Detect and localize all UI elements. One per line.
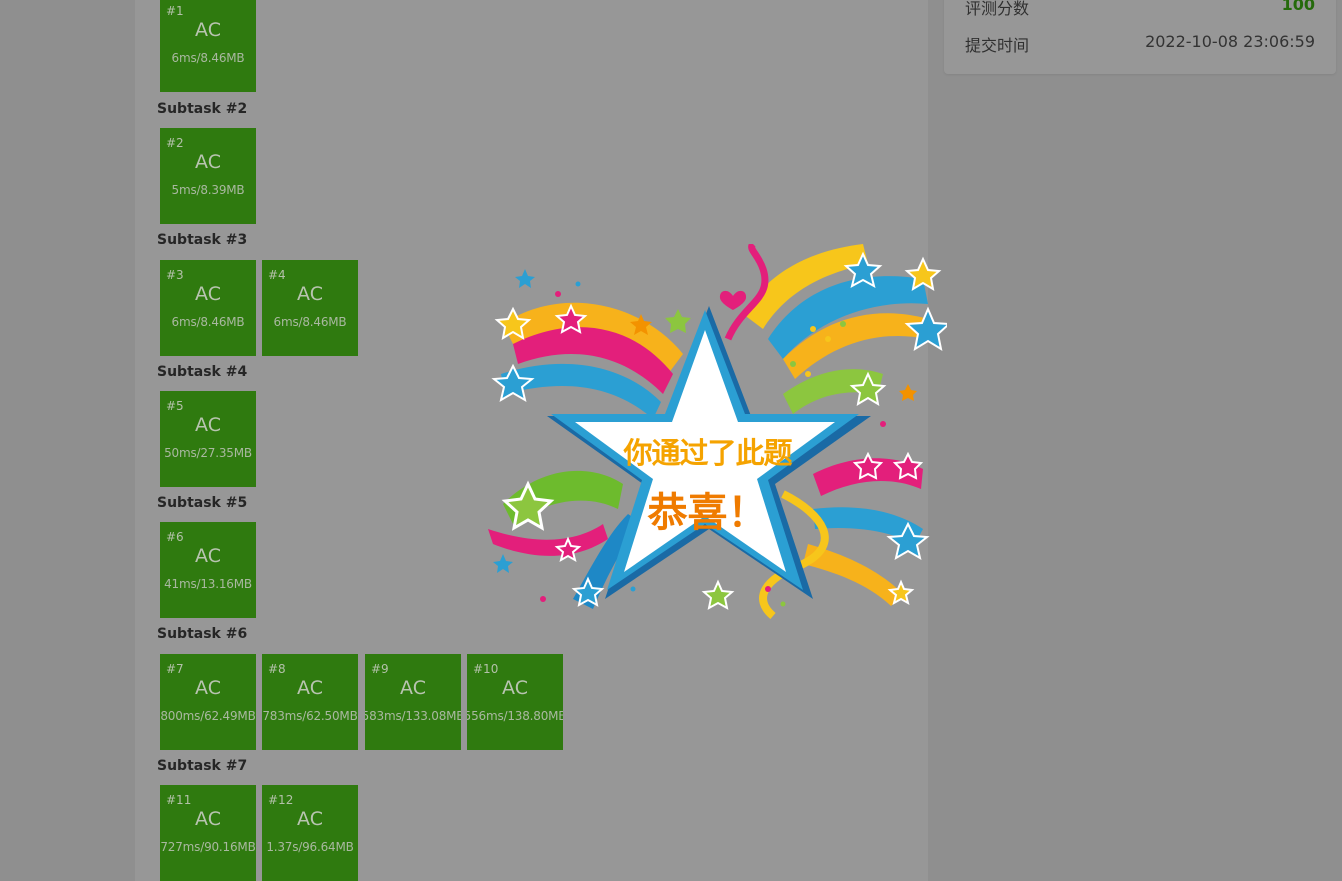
test-case-status: AC bbox=[502, 677, 528, 699]
heart-shape bbox=[719, 290, 747, 310]
test-case-status: AC bbox=[195, 808, 221, 830]
test-case-4[interactable]: #4 AC 6ms/8.46MB bbox=[262, 260, 358, 356]
submit-time-label: 提交时间 bbox=[965, 36, 1030, 55]
test-case-id: #1 bbox=[166, 4, 184, 18]
test-case-id: #11 bbox=[166, 793, 192, 807]
congrats-subtitle: 你通过了此题 bbox=[623, 436, 792, 470]
submit-time-value: 2022-10-08 23:06:59 bbox=[1145, 32, 1315, 51]
test-case-status: AC bbox=[297, 677, 323, 699]
test-case-id: #7 bbox=[166, 662, 184, 676]
subtask-title: Subtask #7 bbox=[157, 758, 248, 774]
test-case-usage: 1.37s/96.64MB bbox=[266, 840, 354, 854]
test-case-3[interactable]: #3 AC 6ms/8.46MB bbox=[160, 260, 256, 356]
test-case-7[interactable]: #7 AC 800ms/62.49MB bbox=[160, 654, 256, 750]
test-case-usage: 41ms/13.16MB bbox=[164, 577, 252, 591]
test-case-status: AC bbox=[195, 19, 221, 41]
subtask-title: Subtask #4 bbox=[157, 364, 248, 380]
score-row: 评测分数 100 bbox=[965, 0, 1315, 19]
test-case-2[interactable]: #2 AC 5ms/8.39MB bbox=[160, 128, 256, 224]
test-case-usage: 50ms/27.35MB bbox=[164, 446, 252, 460]
test-case-id: #3 bbox=[166, 268, 184, 282]
test-case-status: AC bbox=[195, 677, 221, 699]
test-case-status: AC bbox=[195, 414, 221, 436]
subtask-title: Subtask #2 bbox=[157, 101, 248, 117]
test-case-id: #4 bbox=[268, 268, 286, 282]
test-case-8[interactable]: #8 AC 783ms/62.50MB bbox=[262, 654, 358, 750]
test-case-1[interactable]: #1 AC 6ms/8.46MB bbox=[160, 0, 256, 92]
submission-info-card: 评测分数 100 提交时间 2022-10-08 23:06:59 bbox=[944, 0, 1336, 74]
test-case-id: #2 bbox=[166, 136, 184, 150]
test-case-10[interactable]: #10 AC 556ms/138.80MB bbox=[467, 654, 563, 750]
subtask-title: Subtask #5 bbox=[157, 495, 248, 511]
test-case-5[interactable]: #5 AC 50ms/27.35MB bbox=[160, 391, 256, 487]
test-case-usage: 556ms/138.80MB bbox=[467, 709, 563, 723]
test-case-id: #8 bbox=[268, 662, 286, 676]
test-case-id: #9 bbox=[371, 662, 389, 676]
test-case-id: #12 bbox=[268, 793, 294, 807]
test-case-usage: 583ms/133.08MB bbox=[365, 709, 461, 723]
score-label: 评测分数 bbox=[965, 0, 1030, 18]
subtask-title: Subtask #6 bbox=[157, 626, 248, 642]
test-case-12[interactable]: #12 AC 1.37s/96.64MB bbox=[262, 785, 358, 881]
submit-time-row: 提交时间 2022-10-08 23:06:59 bbox=[965, 32, 1315, 56]
test-case-6[interactable]: #6 AC 41ms/13.16MB bbox=[160, 522, 256, 618]
test-case-usage: 727ms/90.16MB bbox=[160, 840, 256, 854]
test-case-id: #6 bbox=[166, 530, 184, 544]
score-value: 100 bbox=[1281, 0, 1315, 14]
test-case-usage: 6ms/8.46MB bbox=[171, 315, 245, 329]
test-case-status: AC bbox=[195, 151, 221, 173]
test-case-status: AC bbox=[195, 545, 221, 567]
test-case-id: #10 bbox=[473, 662, 499, 676]
test-case-usage: 6ms/8.46MB bbox=[171, 51, 245, 65]
test-case-status: AC bbox=[297, 283, 323, 305]
congrats-title: 恭喜！ bbox=[647, 490, 768, 536]
test-case-status: AC bbox=[297, 808, 323, 830]
test-case-usage: 6ms/8.46MB bbox=[273, 315, 347, 329]
test-case-11[interactable]: #11 AC 727ms/90.16MB bbox=[160, 785, 256, 881]
test-case-usage: 783ms/62.50MB bbox=[262, 709, 358, 723]
streamer-left-pink2 bbox=[488, 524, 608, 556]
test-case-usage: 800ms/62.49MB bbox=[160, 709, 256, 723]
test-case-9[interactable]: #9 AC 583ms/133.08MB bbox=[365, 654, 461, 750]
test-case-status: AC bbox=[400, 677, 426, 699]
subtask-title: Subtask #3 bbox=[157, 232, 248, 248]
test-case-usage: 5ms/8.39MB bbox=[171, 183, 245, 197]
test-case-id: #5 bbox=[166, 399, 184, 413]
test-case-status: AC bbox=[195, 283, 221, 305]
